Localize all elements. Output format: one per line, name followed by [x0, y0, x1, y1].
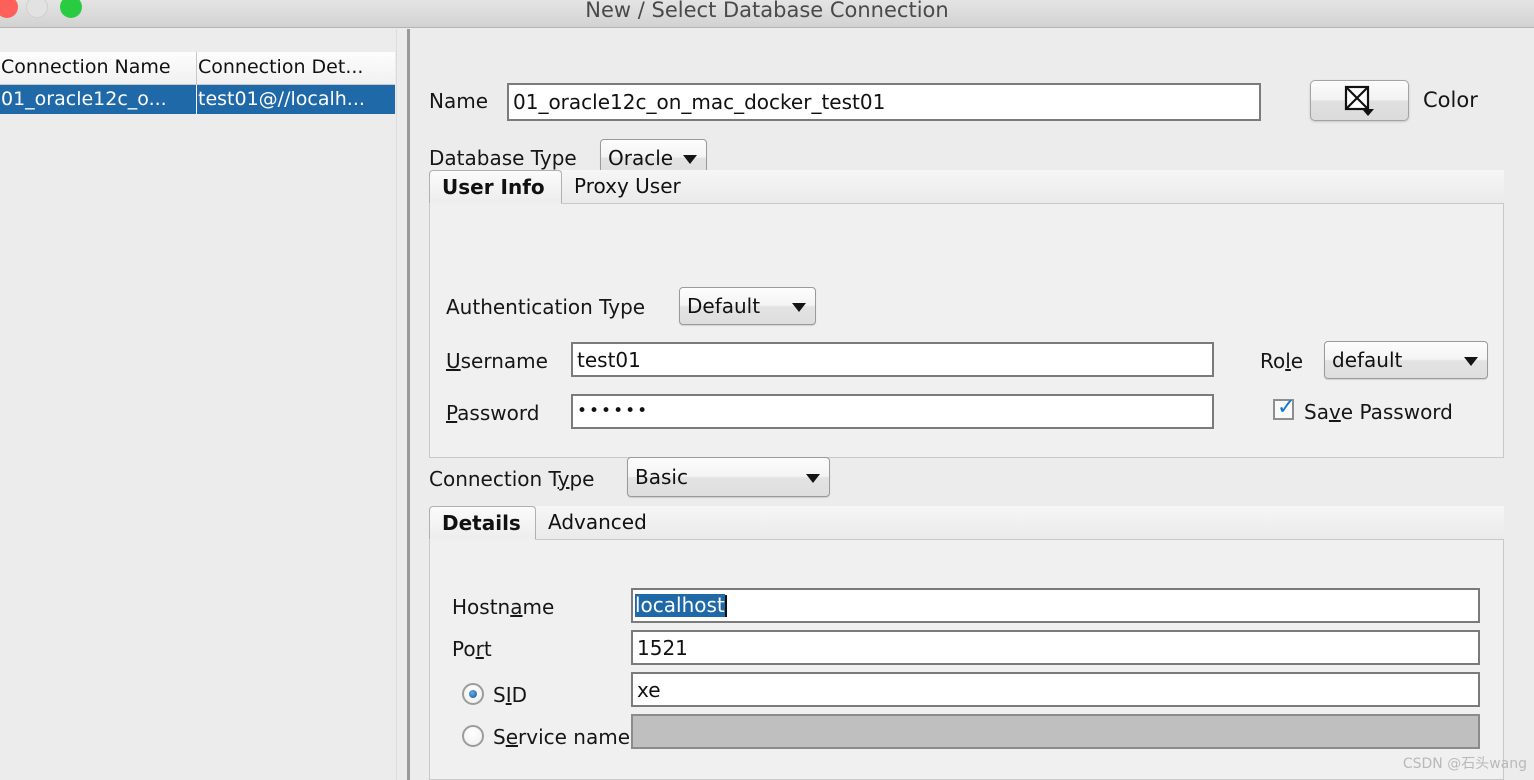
connection-type-combobox[interactable]: Basic — [627, 457, 830, 497]
connection-type-label-post: pe — [569, 467, 595, 491]
watermark: CSDN @石头wang — [1402, 756, 1527, 772]
checkmark-icon: ✓ — [1277, 395, 1296, 420]
service-name-input — [631, 714, 1480, 749]
chevron-down-icon — [792, 303, 806, 312]
username-label-text: sername — [460, 349, 548, 373]
cell-connection-details[interactable]: test01@//localh... — [197, 85, 395, 114]
cell-connection-name[interactable]: 01_oracle12c_o... — [0, 85, 197, 114]
sid-radio[interactable] — [462, 683, 484, 705]
port-label: Port — [452, 637, 492, 661]
chevron-down-icon — [683, 154, 697, 164]
chevron-down-icon — [1464, 357, 1478, 366]
role-label-pre: Ro — [1260, 349, 1286, 373]
window-title: New / Select Database Connection — [585, 0, 949, 22]
port-label-post: t — [483, 637, 492, 661]
sid-label-post: D — [511, 683, 528, 707]
authentication-type-value: Default — [687, 294, 761, 318]
hostname-label-mnemonic: a — [510, 595, 523, 619]
password-input[interactable]: •••••• — [571, 394, 1214, 429]
connection-form-pane: Name 01_oracle12c_on_mac_docker_test01 C… — [411, 29, 1534, 780]
username-label: Username — [446, 349, 548, 373]
sid-label: SID — [493, 683, 527, 707]
window-titlebar: New / Select Database Connection — [0, 0, 1534, 28]
connection-type-label: Connection Type — [429, 467, 594, 491]
service-name-label-post: rvice name — [518, 725, 631, 749]
service-name-label: Service name — [493, 725, 630, 749]
role-combobox[interactable]: default — [1324, 341, 1488, 379]
connection-type-label-pre: Connection T — [429, 467, 558, 491]
hostname-input-value: localhost — [635, 593, 725, 617]
color-picker-button[interactable] — [1310, 80, 1409, 121]
authentication-type-combobox[interactable]: Default — [679, 287, 816, 325]
sid-label-pre: S — [493, 683, 506, 707]
save-password-post: e Password — [1340, 400, 1453, 424]
column-header-connection-name[interactable]: Connection Name — [0, 52, 197, 85]
save-password-checkbox[interactable]: ✓ — [1273, 395, 1296, 420]
save-password-pre: Sa — [1304, 400, 1329, 424]
user-tabstrip: User Info Proxy User — [429, 170, 1504, 204]
no-color-swatch-icon — [1344, 85, 1374, 116]
password-label: Password — [446, 401, 539, 425]
password-input-value: •••••• — [577, 401, 650, 421]
pane-splitter[interactable] — [407, 29, 410, 780]
port-input-value: 1521 — [637, 635, 688, 660]
role-label: Role — [1260, 349, 1303, 373]
tab-proxy-user[interactable]: Proxy User — [562, 170, 1504, 204]
username-input-value: test01 — [577, 347, 641, 372]
service-name-label-pre: S — [493, 725, 506, 749]
port-input[interactable]: 1521 — [631, 630, 1480, 665]
sid-input[interactable]: xe — [631, 672, 1480, 707]
connection-list-scrollbar[interactable] — [396, 29, 406, 780]
column-header-connection-details[interactable]: Connection Det... — [197, 52, 395, 85]
tab-advanced-label: Advanced — [548, 510, 647, 534]
database-type-value: Oracle — [608, 145, 674, 170]
connection-table-header: Connection Name Connection Det... — [0, 52, 395, 85]
details-panel: Hostname localhost Port 1521 SID xe Serv… — [429, 539, 1504, 780]
save-password-label: Save Password — [1304, 400, 1453, 424]
name-input-value: 01_oracle12c_on_mac_docker_test01 — [513, 90, 886, 114]
port-label-pre: Po — [452, 637, 476, 661]
hostname-label-pre: Hostn — [452, 595, 511, 619]
authentication-type-label: Authentication Type — [446, 295, 646, 319]
tab-advanced[interactable]: Advanced — [536, 506, 1504, 540]
name-input[interactable]: 01_oracle12c_on_mac_docker_test01 — [507, 83, 1261, 121]
hostname-label: Hostname — [452, 595, 554, 619]
connection-list-pane: Connection Name Connection Det... 01_ora… — [0, 29, 395, 780]
name-label: Name — [429, 89, 489, 113]
password-label-text: assword — [457, 401, 540, 425]
radio-dot-icon — [469, 690, 477, 698]
connection-type-value: Basic — [635, 465, 688, 489]
text-caret — [724, 594, 727, 617]
detail-tabstrip: Details Advanced — [429, 506, 1504, 540]
password-label-mnemonic: P — [446, 401, 458, 425]
role-label-post: e — [1290, 349, 1304, 373]
connection-table[interactable]: Connection Name Connection Det... 01_ora… — [0, 52, 395, 780]
username-input[interactable]: test01 — [571, 342, 1214, 377]
color-label: Color — [1423, 88, 1478, 112]
database-type-label: Database Type — [429, 146, 577, 170]
tab-details-label: Details — [442, 511, 521, 535]
tab-user-info[interactable]: User Info — [429, 170, 562, 204]
service-name-label-mnemonic: e — [505, 725, 519, 749]
hostname-input[interactable]: localhost — [631, 588, 1480, 623]
tab-proxy-user-label: Proxy User — [574, 174, 681, 198]
sid-input-value: xe — [637, 677, 661, 702]
tab-details[interactable]: Details — [429, 506, 536, 540]
connection-type-label-mnemonic: y — [557, 467, 570, 491]
hostname-label-post: me — [522, 595, 555, 619]
table-row[interactable]: 01_oracle12c_o... test01@//localh... — [0, 85, 395, 114]
role-value: default — [1332, 348, 1403, 372]
user-info-panel: Authentication Type Default Username tes… — [429, 203, 1504, 458]
tab-user-info-label: User Info — [442, 175, 545, 199]
service-name-radio[interactable] — [462, 725, 484, 747]
username-label-mnemonic: U — [446, 349, 461, 373]
port-label-mnemonic: r — [475, 637, 484, 661]
save-password-mnemonic: v — [1328, 400, 1341, 424]
chevron-down-icon — [806, 474, 820, 483]
